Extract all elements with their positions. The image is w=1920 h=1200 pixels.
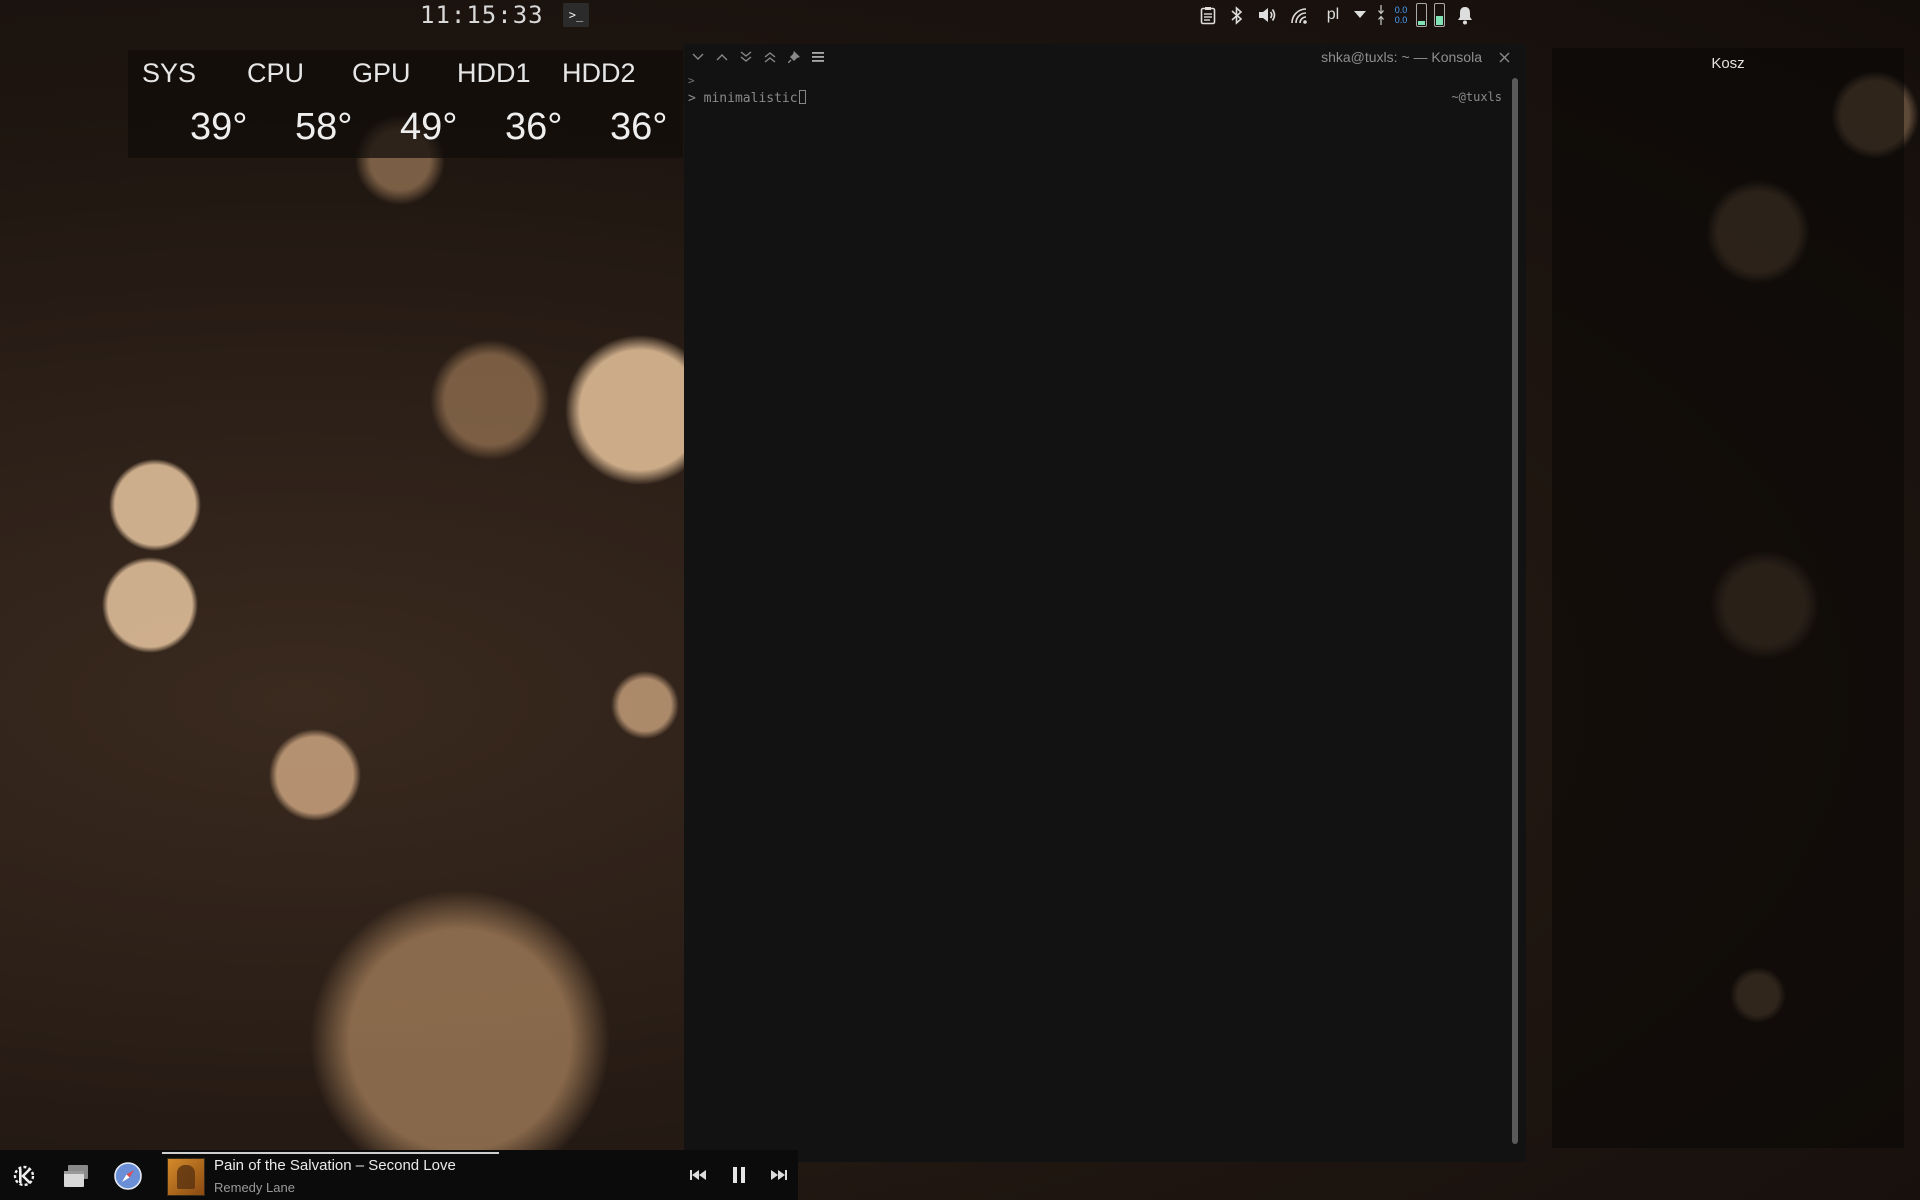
terminal-launcher-icon[interactable]: >_ (563, 3, 589, 27)
track-progress-bar[interactable] (162, 1152, 499, 1154)
clipboard-icon[interactable] (1198, 0, 1218, 30)
sensor-temperature: 39° (190, 106, 248, 148)
sensor-temperature: 49° (400, 106, 458, 148)
album-art[interactable] (167, 1158, 205, 1196)
window-switcher-icon[interactable] (60, 1160, 92, 1192)
network-arrows-icon (1376, 0, 1386, 30)
network-speed[interactable]: 0.0 0.0 (1392, 0, 1410, 30)
keyboard-layout-indicator[interactable]: pl (1322, 0, 1344, 30)
sensor-name: SYS (142, 58, 197, 88)
compass-icon[interactable] (112, 1160, 144, 1192)
double-chevron-down-icon[interactable] (738, 49, 754, 65)
terminal-input-line[interactable]: > minimalistic (688, 90, 806, 106)
battery-fill-1 (1417, 21, 1425, 25)
battery-indicator-1[interactable] (1414, 0, 1428, 30)
bell-icon[interactable] (1454, 0, 1476, 30)
bottom-panel: Pain of the Salvation – Second Love Reme… (0, 1150, 798, 1200)
pause-icon[interactable] (728, 1164, 750, 1186)
window-title: shka@tuxls: ~ — Konsola (1321, 49, 1482, 65)
digital-clock[interactable]: 11:15:33 (420, 0, 544, 30)
terminal-launcher-glyph: >_ (568, 8, 584, 22)
chevron-up-icon[interactable] (714, 49, 730, 65)
trash-title: Kosz (1711, 55, 1745, 72)
track-album: Remedy Lane (214, 1180, 295, 1195)
net-up-speed: 0.0 (1394, 15, 1408, 25)
sensor-temperature: 58° (295, 106, 353, 148)
kde-logo-icon[interactable] (8, 1160, 40, 1192)
track-title: Pain of the Salvation – Second Love (214, 1157, 456, 1174)
text-cursor (798, 90, 806, 104)
next-track-icon[interactable] (768, 1164, 790, 1186)
sensor-temperature: 36° (610, 106, 668, 148)
konsola-window[interactable]: shka@tuxls: ~ — Konsola > > minimalistic… (684, 44, 1526, 1162)
bluetooth-icon[interactable] (1228, 0, 1246, 30)
prompt-arrow: > (688, 74, 695, 87)
double-chevron-up-icon[interactable] (762, 49, 778, 65)
top-panel: 11:15:33 >_ pl 0.0 0.0 (0, 0, 1920, 30)
prompt-text: > minimalistic (688, 91, 798, 106)
battery-fill-2 (1435, 16, 1443, 25)
scrollbar[interactable] (1512, 78, 1518, 1144)
media-player: Pain of the Salvation – Second Love Reme… (162, 1150, 798, 1200)
hamburger-menu-icon[interactable] (810, 49, 826, 65)
net-down-speed: 0.0 (1394, 5, 1408, 15)
chevron-down-icon[interactable] (1352, 0, 1368, 30)
battery-indicator-2[interactable] (1432, 0, 1446, 30)
pin-icon[interactable] (786, 49, 802, 65)
system-tray: pl 0.0 0.0 (1192, 0, 1512, 30)
sensor-temperature: 36° (505, 106, 563, 148)
volume-icon[interactable] (1256, 0, 1278, 30)
trash-folder-view[interactable]: Kosz (1552, 48, 1904, 1148)
right-prompt: ~@tuxls (1451, 90, 1502, 104)
close-icon[interactable] (1496, 49, 1512, 65)
sensor-name: HDD1 (457, 58, 531, 88)
sensor-name: GPU (352, 58, 411, 88)
sensor-name: CPU (247, 58, 305, 88)
chevron-down-icon[interactable] (690, 49, 706, 65)
sensor-name: HDD2 (562, 58, 636, 88)
konsola-titlebar[interactable]: shka@tuxls: ~ — Konsola (684, 44, 1526, 70)
wifi-icon[interactable] (1288, 0, 1312, 30)
previous-track-icon[interactable] (687, 1164, 709, 1186)
temperature-sensors-widget: SYS 39° CPU 58° GPU 49° HDD1 36° HDD2 36° (128, 50, 683, 158)
